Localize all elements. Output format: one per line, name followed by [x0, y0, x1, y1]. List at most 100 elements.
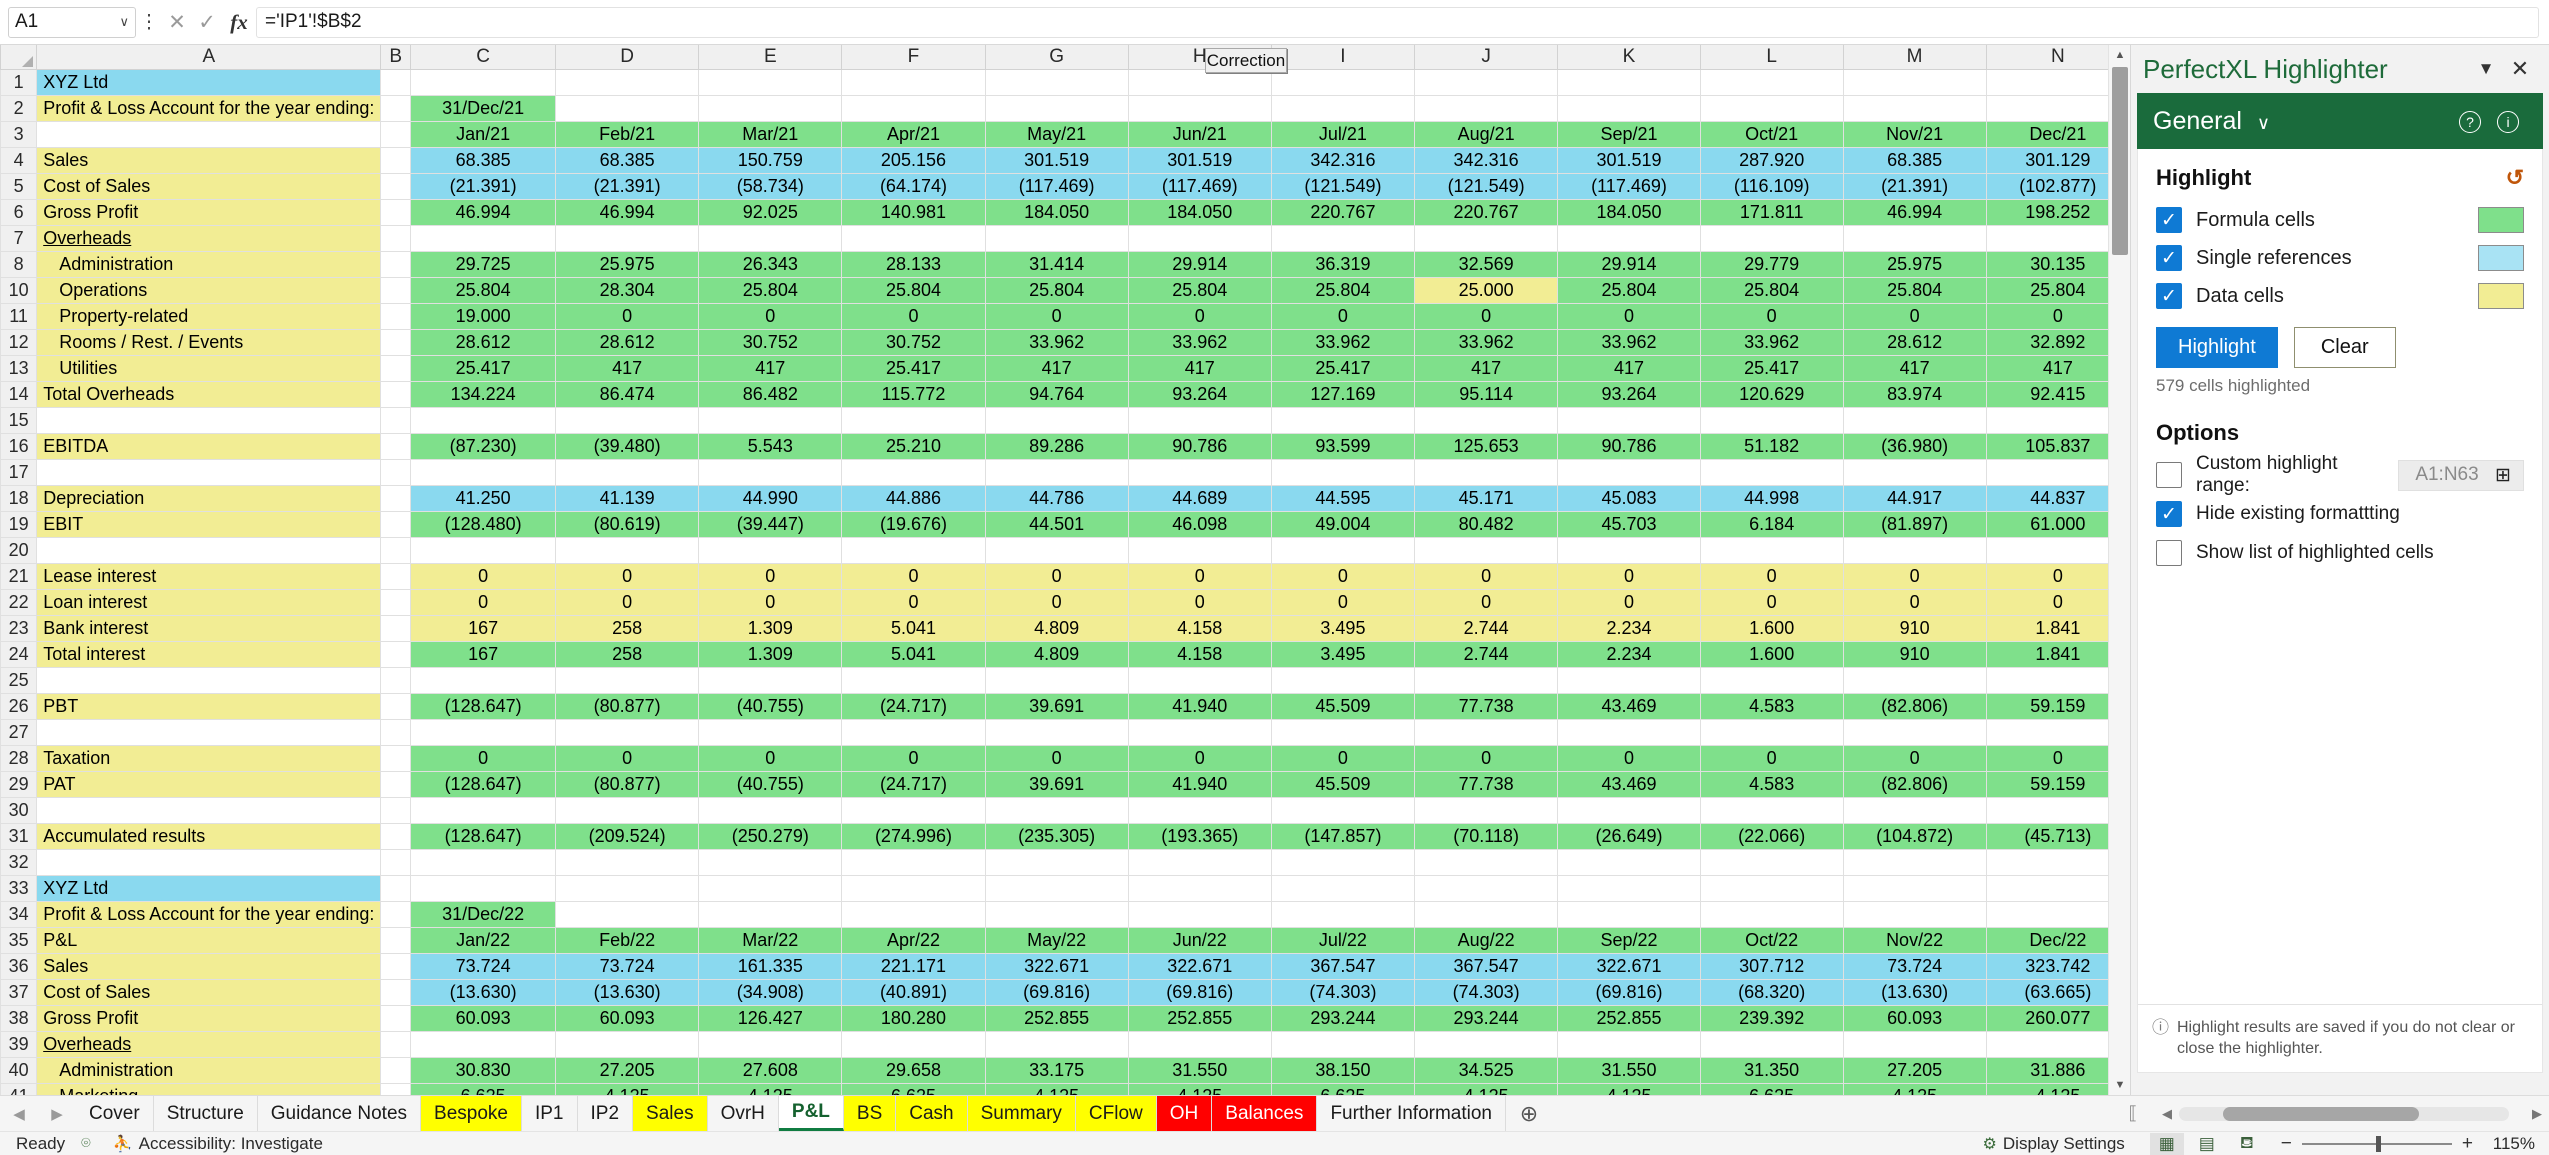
cell-E35[interactable]: Mar/22 — [699, 927, 842, 953]
row-header-22[interactable]: 22 — [1, 589, 37, 615]
cell-K13[interactable]: 417 — [1558, 355, 1701, 381]
sheet-tab-structure[interactable]: Structure — [154, 1096, 258, 1131]
cell-F41[interactable]: 6.625 — [842, 1083, 985, 1095]
cell-M39[interactable] — [1843, 1031, 1986, 1057]
cell-E22[interactable]: 0 — [699, 589, 842, 615]
cell-B41[interactable] — [381, 1083, 411, 1095]
cell-M24[interactable]: 910 — [1843, 641, 1986, 667]
row-header-1[interactable]: 1 — [1, 69, 37, 95]
cell-E25[interactable] — [699, 667, 842, 693]
row-header-24[interactable]: 24 — [1, 641, 37, 667]
cell-J3[interactable]: Aug/21 — [1415, 121, 1558, 147]
cell-M11[interactable]: 0 — [1843, 303, 1986, 329]
cell-H19[interactable]: 46.098 — [1128, 511, 1271, 537]
cell-J21[interactable]: 0 — [1415, 563, 1558, 589]
cell-K24[interactable]: 2.234 — [1558, 641, 1701, 667]
cell-G1[interactable] — [985, 69, 1128, 95]
cell-H24[interactable]: 4.158 — [1128, 641, 1271, 667]
cell-M1[interactable] — [1843, 69, 1986, 95]
cell-K34[interactable] — [1558, 901, 1701, 927]
cell-B24[interactable] — [381, 641, 411, 667]
cell-M37[interactable]: (13.630) — [1843, 979, 1986, 1005]
cell-G4[interactable]: 301.519 — [985, 147, 1128, 173]
cell-B39[interactable] — [381, 1031, 411, 1057]
cell-I5[interactable]: (121.549) — [1271, 173, 1414, 199]
cell-E14[interactable]: 86.482 — [699, 381, 842, 407]
cell-E23[interactable]: 1.309 — [699, 615, 842, 641]
cell-I14[interactable]: 127.169 — [1271, 381, 1414, 407]
cell-E4[interactable]: 150.759 — [699, 147, 842, 173]
cell-H26[interactable]: 41.940 — [1128, 693, 1271, 719]
cell-E3[interactable]: Mar/21 — [699, 121, 842, 147]
cell-H22[interactable]: 0 — [1128, 589, 1271, 615]
row-header-38[interactable]: 38 — [1, 1005, 37, 1031]
row-header-8[interactable]: 8 — [1, 251, 37, 277]
cell-J24[interactable]: 2.744 — [1415, 641, 1558, 667]
cell-I33[interactable] — [1271, 875, 1414, 901]
cell-L20[interactable] — [1700, 537, 1843, 563]
cell-L15[interactable] — [1700, 407, 1843, 433]
cell-G40[interactable]: 33.175 — [985, 1057, 1128, 1083]
cell-M5[interactable]: (21.391) — [1843, 173, 1986, 199]
cell-B22[interactable] — [381, 589, 411, 615]
cell-H23[interactable]: 4.158 — [1128, 615, 1271, 641]
cell-H2[interactable] — [1128, 95, 1271, 121]
cell-G7[interactable] — [985, 225, 1128, 251]
cell-D6[interactable]: 46.994 — [556, 199, 699, 225]
cell-A8[interactable]: Administration — [37, 251, 381, 277]
cell-L27[interactable] — [1700, 719, 1843, 745]
cell-J29[interactable]: 77.738 — [1415, 771, 1558, 797]
cell-M7[interactable] — [1843, 225, 1986, 251]
sheet-tab-balances[interactable]: Balances — [1212, 1096, 1317, 1131]
cell-K7[interactable] — [1558, 225, 1701, 251]
cell-B35[interactable] — [381, 927, 411, 953]
cell-D5[interactable]: (21.391) — [556, 173, 699, 199]
cell-A1[interactable]: XYZ Ltd — [37, 69, 381, 95]
cell-L16[interactable]: 51.182 — [1700, 433, 1843, 459]
cell-H21[interactable]: 0 — [1128, 563, 1271, 589]
color-swatch[interactable] — [2478, 283, 2524, 309]
cell-F16[interactable]: 25.210 — [842, 433, 985, 459]
column-header-a[interactable]: A — [37, 45, 381, 69]
cell-J17[interactable] — [1415, 459, 1558, 485]
cell-H16[interactable]: 90.786 — [1128, 433, 1271, 459]
row-header-36[interactable]: 36 — [1, 953, 37, 979]
cell-F37[interactable]: (40.891) — [842, 979, 985, 1005]
color-swatch[interactable] — [2478, 207, 2524, 233]
cell-I24[interactable]: 3.495 — [1271, 641, 1414, 667]
cell-C18[interactable]: 41.250 — [411, 485, 556, 511]
cell-G33[interactable] — [985, 875, 1128, 901]
sheet-tab-guidance-notes[interactable]: Guidance Notes — [258, 1096, 421, 1131]
cell-L21[interactable]: 0 — [1700, 563, 1843, 589]
cell-J16[interactable]: 125.653 — [1415, 433, 1558, 459]
cell-C35[interactable]: Jan/22 — [411, 927, 556, 953]
row-header-33[interactable]: 33 — [1, 875, 37, 901]
cell-A40[interactable]: Administration — [37, 1057, 381, 1083]
cell-D20[interactable] — [556, 537, 699, 563]
cell-I38[interactable]: 293.244 — [1271, 1005, 1414, 1031]
confirm-icon[interactable]: ✓ — [192, 10, 222, 35]
cell-F7[interactable] — [842, 225, 985, 251]
cell-D15[interactable] — [556, 407, 699, 433]
cell-B2[interactable] — [381, 95, 411, 121]
column-header-l[interactable]: L — [1700, 45, 1843, 69]
scroll-up-icon[interactable]: ▲ — [2109, 45, 2131, 65]
cell-E24[interactable]: 1.309 — [699, 641, 842, 667]
cell-G29[interactable]: 39.691 — [985, 771, 1128, 797]
sheet-nav-next-icon[interactable]: ▶ — [51, 1105, 63, 1123]
cell-A15[interactable] — [37, 407, 381, 433]
cell-C19[interactable]: (128.480) — [411, 511, 556, 537]
cell-B14[interactable] — [381, 381, 411, 407]
row-header-14[interactable]: 14 — [1, 381, 37, 407]
cell-A4[interactable]: Sales — [37, 147, 381, 173]
cell-E8[interactable]: 26.343 — [699, 251, 842, 277]
cell-H30[interactable] — [1128, 797, 1271, 823]
cell-M41[interactable]: 4.125 — [1843, 1083, 1986, 1095]
row-header-35[interactable]: 35 — [1, 927, 37, 953]
cell-K10[interactable]: 25.804 — [1558, 277, 1701, 303]
row-header-21[interactable]: 21 — [1, 563, 37, 589]
accessibility-status[interactable]: ⛹ Accessibility: Investigate — [113, 1134, 323, 1154]
cell-A26[interactable]: PBT — [37, 693, 381, 719]
sheet-tab-sales[interactable]: Sales — [633, 1096, 708, 1131]
cell-M4[interactable]: 68.385 — [1843, 147, 1986, 173]
